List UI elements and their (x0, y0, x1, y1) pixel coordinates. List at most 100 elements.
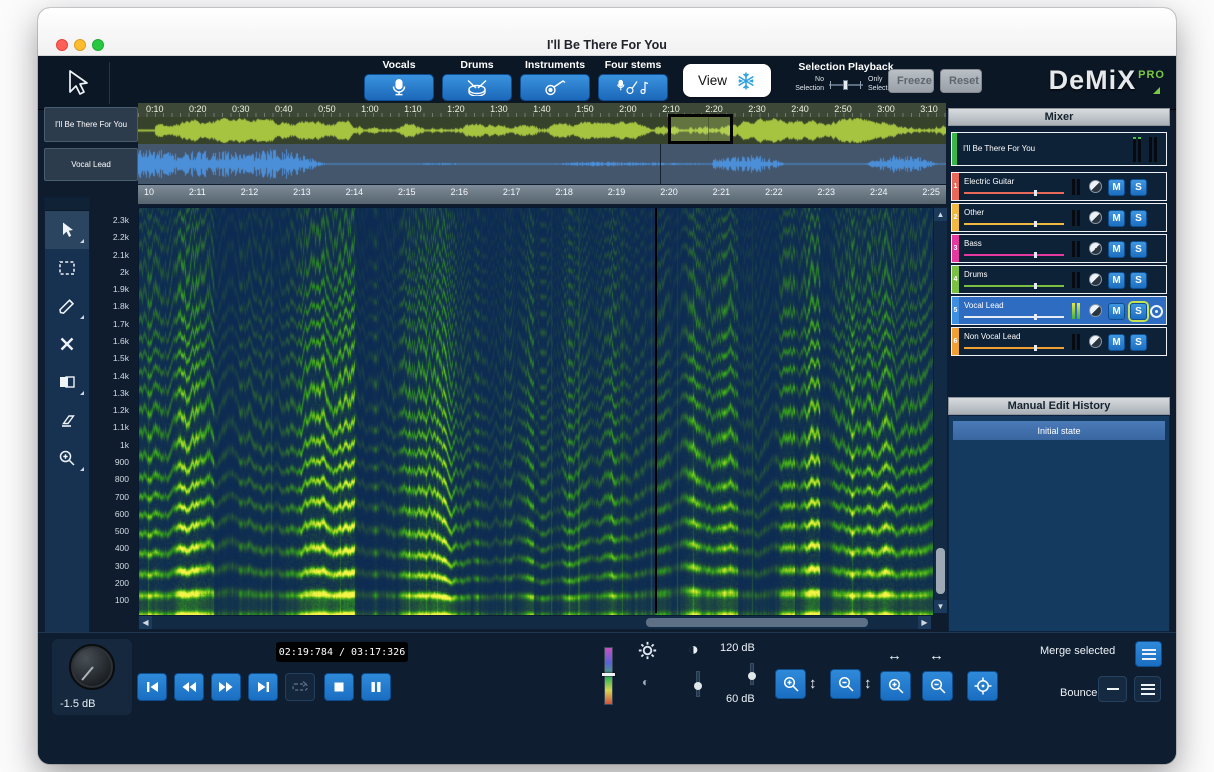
reset-button[interactable]: Reset (940, 69, 982, 93)
track-volume-slider[interactable] (964, 223, 1064, 225)
overview-waveform-canvas[interactable] (138, 117, 946, 144)
merge-menu-button[interactable] (1135, 641, 1162, 667)
volume-handle[interactable] (1034, 283, 1037, 289)
rewind-button[interactable] (174, 673, 204, 701)
brush-tool[interactable] (45, 287, 89, 325)
scroll-right-button[interactable]: ▶ (918, 616, 931, 629)
history-item[interactable]: Initial state (953, 421, 1165, 440)
skip-start-button[interactable] (137, 673, 167, 701)
mixer-track-row[interactable]: 2 Other M S (951, 203, 1167, 232)
eraser-tool[interactable] (45, 401, 89, 439)
mute-button[interactable]: M (1108, 241, 1125, 258)
mute-button[interactable]: M (1108, 210, 1125, 227)
zoom-fit-selection-button[interactable] (967, 671, 998, 701)
mixer-track-row[interactable]: 6 Non Vocal Lead M S (951, 327, 1167, 356)
solo-button[interactable]: S (1130, 334, 1147, 351)
slider-handle[interactable] (748, 672, 756, 680)
bounce-minus-button[interactable] (1098, 676, 1127, 702)
loop-button[interactable] (285, 673, 315, 701)
zoom-in-horizontal-button[interactable] (880, 671, 911, 701)
vocal-waveform-canvas[interactable] (138, 144, 946, 184)
zoom-tool[interactable] (45, 439, 89, 477)
mute-button[interactable]: M (1108, 334, 1125, 351)
pan-knob-icon[interactable] (1089, 273, 1102, 286)
spectrogram-view[interactable] (138, 207, 932, 614)
zoom-out-horizontal-button[interactable] (922, 671, 953, 701)
zoom-ruler[interactable]: 102:112:122:132:142:152:162:172:182:192:… (138, 185, 946, 204)
colormap-handle[interactable] (602, 673, 615, 676)
fast-forward-button[interactable] (211, 673, 241, 701)
volume-handle[interactable] (1034, 345, 1037, 351)
focus-icon[interactable] (1150, 305, 1163, 318)
marquee-select-tool[interactable] (45, 249, 89, 287)
overview-track-label[interactable]: I'll Be There For You (44, 107, 138, 142)
solo-button[interactable]: S (1130, 179, 1147, 196)
split-view-tool[interactable] (45, 363, 89, 401)
zoom-out-vertical-button[interactable] (830, 669, 861, 699)
track-volume-slider[interactable] (964, 254, 1064, 256)
slider-handle[interactable] (694, 682, 702, 690)
volume-handle[interactable] (1034, 190, 1037, 196)
pointer-tool[interactable] (45, 211, 89, 249)
vertical-scrollbar[interactable]: ▲ ▼ (933, 207, 948, 614)
selection-playback-slider[interactable] (829, 79, 863, 91)
track-volume-slider[interactable] (964, 316, 1064, 318)
pan-knob-icon[interactable] (1089, 180, 1102, 193)
overview-selection-box[interactable] (668, 114, 733, 144)
zoom-in-vertical-button[interactable] (775, 669, 806, 699)
track-volume-slider[interactable] (964, 285, 1064, 287)
contrast-icon[interactable]: ◑ (688, 639, 699, 660)
scroll-left-button[interactable]: ◀ (139, 616, 152, 629)
solo-button[interactable]: S (1130, 272, 1147, 289)
scroll-up-button[interactable]: ▲ (934, 208, 947, 221)
drums-stem-button[interactable] (442, 74, 512, 101)
horizontal-scrollbar[interactable]: ◀ ▶ (138, 615, 932, 630)
slider-handle[interactable] (843, 80, 848, 90)
instruments-stem-button[interactable] (520, 74, 590, 101)
pause-button[interactable] (361, 673, 391, 701)
mixer-track-row-selected[interactable]: 5 Vocal Lead M S (951, 296, 1167, 325)
db-range-slider[interactable] (750, 663, 754, 685)
overview-strip[interactable]: 0:100:200:300:400:501:001:101:201:301:40… (138, 103, 946, 144)
master-track-row[interactable]: I'll Be There For You (951, 132, 1167, 166)
bounce-menu-button[interactable] (1134, 676, 1161, 702)
mute-button[interactable]: M (1108, 303, 1125, 320)
contrast-slider[interactable] (696, 671, 700, 697)
colormap-slider[interactable] (604, 647, 613, 705)
track-volume-slider[interactable] (964, 192, 1064, 194)
volume-handle[interactable] (1034, 221, 1037, 227)
vocal-lead-strip[interactable] (138, 144, 946, 184)
mute-button[interactable]: M (1108, 272, 1125, 289)
mute-button[interactable]: M (1108, 179, 1125, 196)
mixer-track-row[interactable]: 4 Drums M S (951, 265, 1167, 294)
vocals-stem-button[interactable] (364, 74, 434, 101)
delete-selection-tool[interactable] (45, 325, 89, 363)
mixer-track-row[interactable]: 1 Electric Guitar M S (951, 172, 1167, 201)
four-stems-button[interactable] (598, 74, 668, 101)
overview-waveform[interactable] (138, 117, 946, 144)
freeze-button[interactable]: Freeze (888, 69, 934, 93)
volume-handle[interactable] (1034, 252, 1037, 258)
brightness-icon[interactable]: ◐ (642, 675, 649, 689)
stop-button[interactable] (324, 673, 354, 701)
mixer-track-row[interactable]: 3 Bass M S (951, 234, 1167, 263)
pan-knob-icon[interactable] (1089, 211, 1102, 224)
view-button[interactable]: View (683, 64, 771, 97)
scroll-down-button[interactable]: ▼ (934, 600, 947, 613)
volume-knob[interactable] (69, 644, 115, 690)
vocal-track-label[interactable]: Vocal Lead (44, 148, 138, 181)
app-cursor-logo[interactable] (46, 62, 110, 104)
pan-knob-icon[interactable] (1089, 304, 1102, 317)
spectrogram-canvas[interactable] (139, 208, 933, 615)
horizontal-scroll-thumb[interactable] (646, 618, 868, 627)
overview-ruler[interactable]: 0:100:200:300:400:501:001:101:201:301:40… (138, 103, 946, 117)
pan-knob-icon[interactable] (1089, 335, 1102, 348)
skip-end-button[interactable] (248, 673, 278, 701)
pan-knob-icon[interactable] (1089, 242, 1102, 255)
volume-handle[interactable] (1034, 314, 1037, 320)
solo-button[interactable]: S (1130, 210, 1147, 227)
solo-button-active[interactable]: S (1130, 303, 1147, 320)
vertical-scroll-thumb[interactable] (936, 548, 945, 594)
solo-button[interactable]: S (1130, 241, 1147, 258)
track-volume-slider[interactable] (964, 347, 1064, 349)
